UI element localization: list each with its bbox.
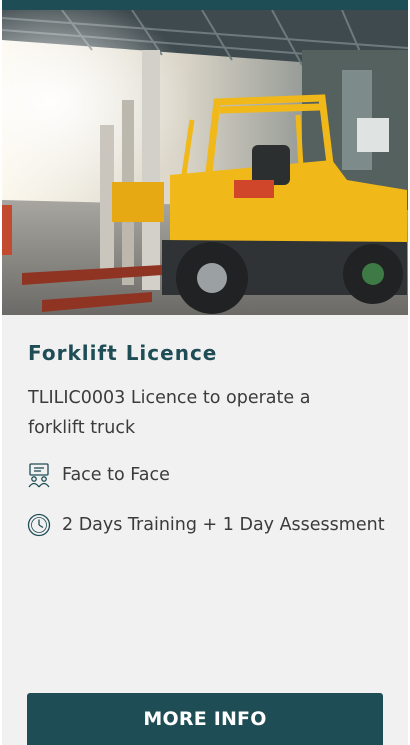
more-info-button[interactable]: MORE INFO [27, 693, 383, 745]
card-top-accent-bar [2, 0, 408, 10]
classroom-people-icon [28, 463, 50, 488]
course-subtitle: TLILIC0003 Licence to operate a forklift… [28, 388, 311, 438]
course-title: Forklift Licence [28, 341, 218, 365]
course-card: Forklift Licence TLILIC0003 Licence to o… [2, 0, 408, 745]
clock-icon [27, 513, 51, 537]
duration-text: 2 Days Training + 1 Day Assessment [62, 515, 385, 535]
duration-row: 2 Days Training + 1 Day Assessment [26, 512, 385, 538]
delivery-mode-text: Face to Face [62, 465, 170, 485]
course-image-forklift [2, 10, 408, 315]
delivery-mode-row: Face to Face [26, 462, 170, 488]
